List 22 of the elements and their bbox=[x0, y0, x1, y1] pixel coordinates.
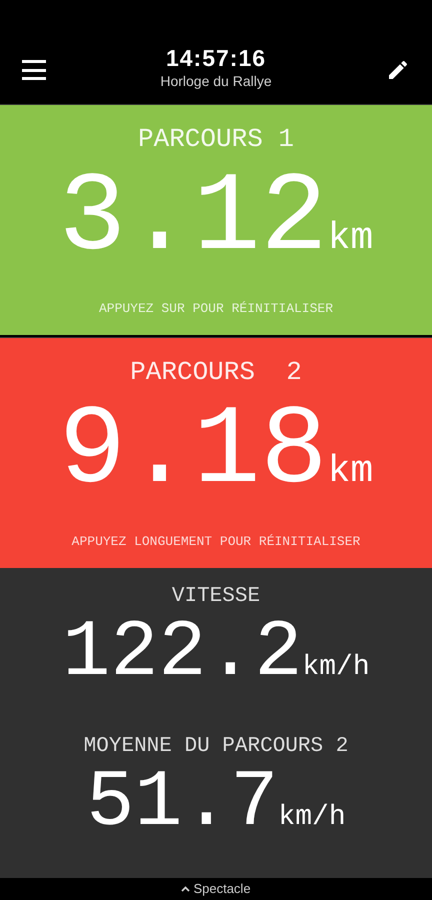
trip-distance: 3.12 bbox=[58, 159, 328, 279]
edit-icon[interactable] bbox=[386, 58, 410, 82]
distance-unit: km bbox=[328, 452, 374, 492]
speed-unit: km/h bbox=[302, 653, 370, 683]
stat-label: VITESSE bbox=[172, 584, 260, 610]
caret-up-icon bbox=[181, 886, 190, 892]
speed-unit: km/h bbox=[278, 803, 346, 833]
stat-label: MOYENNE DU PARCOURS 2 bbox=[84, 734, 348, 760]
trip-panel[interactable]: PARCOURS 1 3.12 km APPUYEZ SUR POUR RÉINITIALISER bbox=[0, 104, 432, 335]
handle-label: Spectacle bbox=[193, 880, 251, 898]
trip-title: PARCOURS 2 bbox=[130, 356, 302, 388]
stat-value: 122.2 bbox=[62, 610, 302, 698]
distance-unit: km bbox=[328, 219, 374, 259]
clock-time: 14:57:16 bbox=[166, 44, 266, 72]
stat-value: 51.7 bbox=[86, 760, 278, 848]
trip-distance: 9.18 bbox=[58, 392, 328, 512]
reset-hint: APPUYEZ SUR POUR RÉINITIALISER bbox=[98, 301, 334, 317]
trip-panel[interactable]: PARCOURS 2 9.18 km APPUYEZ LONGUEMENT POUR RÉINITIALISER bbox=[0, 337, 432, 568]
reset-hint: APPUYEZ LONGUEMENT POUR RÉINITIALISER bbox=[72, 534, 360, 550]
menu-icon[interactable] bbox=[22, 60, 46, 80]
app-title: Horloge du Rallye bbox=[160, 72, 272, 90]
trip-title: PARCOURS 1 bbox=[138, 123, 294, 155]
